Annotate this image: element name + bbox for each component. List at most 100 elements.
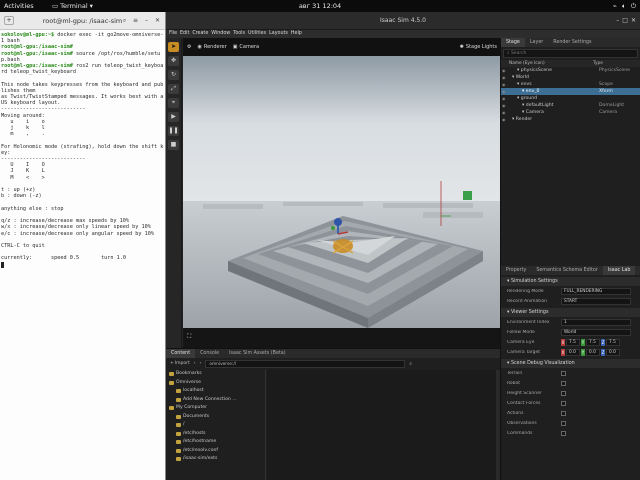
property-field[interactable]: World	[561, 328, 631, 336]
scale-tool-icon[interactable]: ⤢	[168, 84, 179, 94]
content-tree-item[interactable]: Add New Connection ...	[166, 396, 265, 405]
axis-y-label: Y	[581, 348, 585, 356]
fullscreen-icon[interactable]: ⛶	[187, 333, 191, 341]
checkbox[interactable]	[561, 430, 566, 436]
content-tree-item[interactable]: Bookmarks	[166, 370, 265, 379]
play-icon[interactable]: ▶	[168, 112, 179, 122]
property-tab-2[interactable]: Isaac Lab	[602, 266, 636, 275]
activities-button[interactable]: Activities	[4, 2, 34, 10]
content-tab-1[interactable]: Console	[195, 349, 224, 358]
stage-tree-row[interactable]: ◉ ▾ physicsScene PhysicsScene	[501, 67, 640, 74]
rotate-tool-icon[interactable]: ↻	[168, 70, 179, 80]
app-menu[interactable]: ▭ Terminal ▾	[52, 2, 93, 10]
col-type[interactable]: Type	[593, 60, 603, 67]
property-tab-1[interactable]: Semantics Schema Editor	[531, 266, 603, 275]
forward-icon[interactable]: ›	[200, 361, 202, 366]
stage-tab-2[interactable]: Render Settings	[548, 38, 596, 47]
axis-x-field[interactable]: 0.0	[566, 348, 580, 356]
stage-tree-row[interactable]: ◉ ▾ envs Scope	[501, 81, 640, 88]
menu-window[interactable]: Window	[211, 30, 230, 38]
stop-icon[interactable]: ■	[168, 140, 179, 150]
stage-tree-row[interactable]: ◉ ▾ defaultLight DomeLight	[501, 102, 640, 109]
close-icon[interactable]: ✕	[631, 12, 636, 30]
content-tree-item[interactable]: /isaac-sim/exts	[166, 455, 265, 464]
minimize-icon[interactable]: –	[616, 12, 619, 30]
menu-edit[interactable]: Edit	[180, 30, 189, 38]
maximize-icon[interactable]: □	[622, 12, 628, 30]
back-icon[interactable]: ‹	[194, 361, 196, 366]
stage-tree-row[interactable]: ◉ ▾ World	[501, 74, 640, 81]
stage-lights-button[interactable]: ✺ Stage Lights	[460, 44, 497, 50]
terminal-text: e/c : increase/decrease only angular spe…	[1, 230, 155, 237]
property-label: Contact Forces	[507, 400, 541, 406]
axis-x-field[interactable]: 7.5	[566, 338, 580, 346]
content-tree-item[interactable]: /etc/hosts	[166, 430, 265, 439]
menu-create[interactable]: Create	[192, 30, 208, 38]
pause-icon[interactable]: ❚❚	[168, 126, 179, 136]
content-file-area[interactable]	[267, 370, 500, 480]
content-tree-item[interactable]: /	[166, 421, 265, 430]
stage-tree-row[interactable]: ◉ ▾ Camera Camera	[501, 109, 640, 116]
checkbox[interactable]	[561, 420, 566, 426]
content-tree-item[interactable]: Omniverse	[166, 379, 265, 388]
path-field[interactable]: omniverse://	[205, 359, 406, 368]
stage-tree-row[interactable]: ◉ ▾ env_0 Xform	[501, 88, 640, 95]
menu-utilities[interactable]: Utilities	[248, 30, 266, 38]
checkbox[interactable]	[561, 390, 566, 396]
checkbox[interactable]	[561, 410, 566, 416]
content-tab-2[interactable]: Isaac Sim Assets (Beta)	[224, 349, 290, 358]
section-header[interactable]: ▾ Simulation Settings	[501, 277, 640, 286]
settings-gear-icon[interactable]: ⚙	[187, 44, 191, 50]
renderer-button[interactable]: ◉ Renderer	[197, 44, 226, 50]
stage-tab-1[interactable]: Layer	[525, 38, 548, 47]
content-tree-item[interactable]: /etc/resolv.conf	[166, 447, 265, 456]
axis-z-field[interactable]: 0.0	[606, 348, 620, 356]
axis-y-field[interactable]: 7.5	[586, 338, 600, 346]
close-icon[interactable]: ✕	[153, 16, 162, 25]
stage-search-input[interactable]: ⌕ Search	[503, 49, 638, 58]
snap-tool-icon[interactable]: ⌖	[168, 98, 179, 108]
system-tray[interactable]: ⌁ 🔈︎ ⏻	[613, 2, 636, 11]
content-tree-item[interactable]: Documents	[166, 413, 265, 422]
checkbox[interactable]	[561, 380, 566, 386]
menu-file[interactable]: File	[169, 30, 177, 38]
import-button[interactable]: + Import	[170, 361, 190, 366]
stage-tree-row[interactable]: ◉ ▾ Render	[501, 116, 640, 123]
axis-y-field[interactable]: 0.0	[586, 348, 600, 356]
viewport[interactable]: ⚙ ◉ Renderer ▣ Camera ✺ Stage Lights ⛶	[183, 38, 501, 348]
content-tab-0[interactable]: Content	[166, 349, 196, 358]
stage-tab-0[interactable]: Stage	[501, 38, 525, 47]
content-tree-item[interactable]: /etc/hostname	[166, 438, 265, 447]
scrollbar[interactable]	[496, 370, 500, 480]
col-name[interactable]: Name (Eye Icon)	[501, 60, 593, 67]
checkbox[interactable]	[561, 400, 566, 406]
search-icon[interactable]: ⌕	[120, 16, 129, 25]
isaac-sim-window[interactable]: Isaac Sim 4.5.0 – □ ✕ File Edit Create Wind…	[166, 12, 640, 480]
menu-tools[interactable]: Tools	[233, 30, 245, 38]
camera-button[interactable]: ▣ Camera	[233, 44, 259, 50]
property-field[interactable]: FULL_RENDERING	[561, 287, 631, 295]
menu-icon[interactable]: ≡	[131, 16, 140, 25]
menu-layouts[interactable]: Layouts	[269, 30, 288, 38]
move-tool-icon[interactable]: ✥	[168, 56, 179, 66]
volume-icon: 🔈︎	[621, 1, 626, 10]
clock[interactable]: авг 31 12:04	[299, 2, 341, 10]
property-tab-0[interactable]: Property	[501, 266, 531, 275]
property-label: Height Scanner	[507, 390, 542, 396]
search-icon[interactable]: ⌕	[409, 361, 412, 367]
terminal-window[interactable]: + root@ml-gpu: /isaac-sim ⌕ ≡ – ✕ sokolo…	[0, 12, 166, 480]
section-header[interactable]: ▾ Scene Debug Visualization	[501, 359, 640, 368]
property-field[interactable]: 1	[561, 318, 631, 326]
select-tool-icon[interactable]: ➤	[168, 42, 179, 52]
section-header[interactable]: ▾ Viewer Settings	[501, 308, 640, 317]
axis-z-field[interactable]: 7.5	[606, 338, 620, 346]
content-tree-item[interactable]: My Computer	[166, 404, 265, 413]
menu-help[interactable]: Help	[291, 30, 302, 38]
content-tree-item[interactable]: localhost	[166, 387, 265, 396]
checkbox[interactable]	[561, 370, 566, 376]
terminal-output[interactable]: sokolov@ml-gpu:~$ docker exec -it go2mov…	[0, 30, 165, 270]
stage-tree-row[interactable]: ◉ ▾ ground	[501, 95, 640, 102]
scene-render[interactable]	[183, 56, 501, 328]
minimize-icon[interactable]: –	[142, 16, 151, 25]
property-field[interactable]: START	[561, 297, 631, 305]
